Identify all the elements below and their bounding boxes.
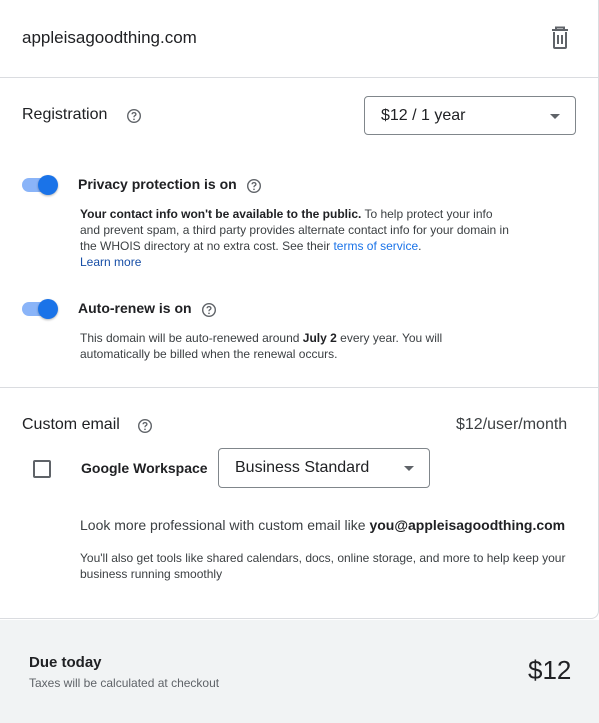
chevron-down-icon (550, 114, 560, 119)
privacy-desc-end: . (418, 239, 422, 253)
pitch-text: Look more professional with custom email… (80, 517, 370, 533)
due-today-label: Due today (29, 654, 102, 671)
workspace-label: Google Workspace (81, 460, 208, 476)
registration-title: Registration (22, 106, 108, 123)
registration-term-select[interactable]: $12 / 1 year (364, 96, 576, 135)
privacy-desc-bold: Your contact info won't be available to … (80, 207, 362, 221)
chevron-down-icon (404, 466, 414, 471)
domain-card: appleisagoodthing.com Registration $12 /… (0, 0, 599, 619)
custom-email-price: $12/user/month (456, 416, 568, 433)
trash-icon[interactable] (549, 26, 571, 50)
renew-date: July 2 (302, 331, 337, 345)
toggle-thumb (38, 175, 58, 195)
toggle-thumb (38, 299, 58, 319)
tax-note: Taxes will be calculated at checkout (29, 676, 220, 690)
autorenew-desc-pre: This domain will be auto-renewed around (80, 331, 303, 345)
custom-email-pitch: Look more professional with custom email… (80, 516, 580, 534)
autorenew-label: Auto-renew is on (78, 300, 192, 316)
custom-email-tools: You'll also get tools like shared calend… (80, 551, 566, 581)
autorenew-description: This domain will be auto-renewed around … (80, 330, 480, 362)
registration-term-value: $12 / 1 year (381, 107, 466, 124)
autorenew-toggle[interactable] (22, 299, 58, 319)
workspace-edition-value: Business Standard (235, 459, 370, 476)
privacy-label: Privacy protection is on (78, 176, 237, 192)
workspace-edition-select[interactable]: Business Standard (218, 448, 430, 488)
pitch-email: you@appleisagoodthing.com (369, 517, 566, 533)
domain-name: appleisagoodthing.com (22, 28, 197, 47)
order-summary (0, 620, 599, 723)
help-circle-icon[interactable] (137, 418, 153, 434)
due-today-total: $12 (528, 655, 572, 685)
help-circle-icon[interactable] (126, 108, 142, 124)
section-divider (0, 387, 598, 388)
domain-header: appleisagoodthing.com (0, 0, 598, 78)
terms-of-service-link[interactable]: terms of service (333, 239, 418, 253)
help-circle-icon[interactable] (246, 178, 262, 194)
help-circle-icon[interactable] (201, 302, 217, 318)
privacy-description: Your contact info won't be available to … (80, 206, 512, 270)
workspace-checkbox[interactable] (33, 460, 51, 478)
learn-more-link[interactable]: Learn more (80, 255, 141, 269)
custom-email-title: Custom email (22, 416, 120, 433)
privacy-toggle[interactable] (22, 175, 58, 195)
